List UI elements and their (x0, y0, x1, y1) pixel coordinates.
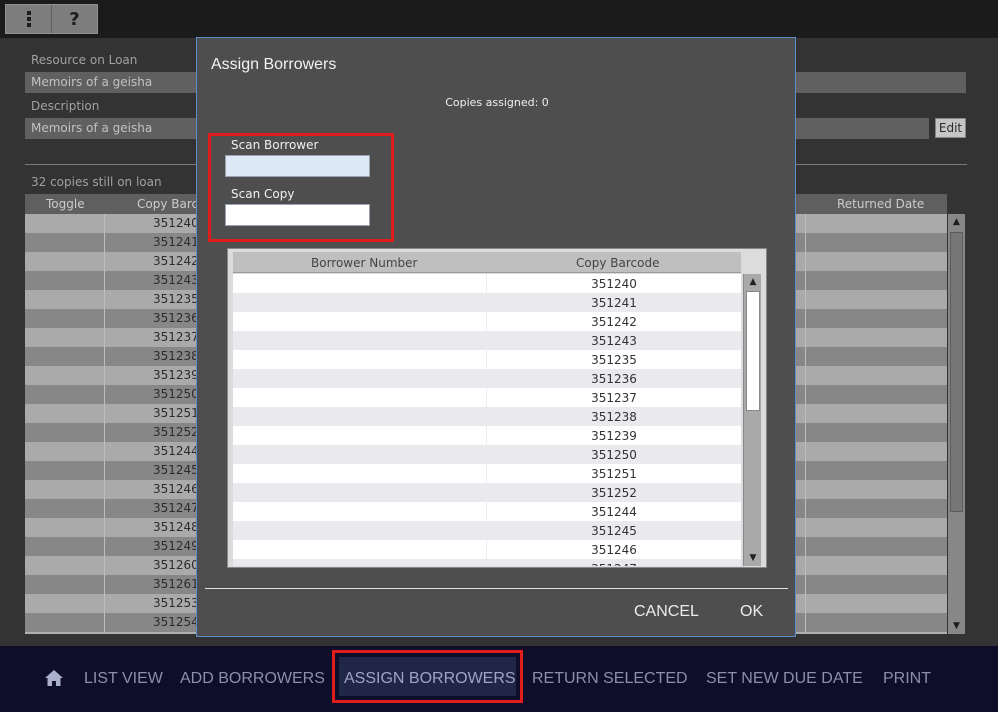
scan-copy-label: Scan Copy (231, 187, 295, 201)
table-row[interactable]: 351247 (233, 559, 741, 566)
scroll-thumb[interactable] (746, 291, 760, 411)
table-row[interactable]: 351252 (233, 483, 741, 502)
table-row[interactable]: 351244 (233, 502, 741, 521)
borrower-number-cell[interactable] (233, 426, 487, 445)
assignment-table-body: 351240 351241 351242 351243 351235 351236 3512… (233, 274, 741, 566)
column-borrower-number[interactable]: Borrower Number (311, 256, 417, 270)
ok-button[interactable]: OK (740, 603, 763, 621)
copy-barcode-cell: 351241 (591, 296, 637, 310)
assignment-table-header: Borrower Number Copy Barcode (233, 252, 741, 273)
borrower-number-cell[interactable] (233, 293, 487, 312)
borrower-number-cell[interactable] (233, 407, 487, 426)
copy-barcode-cell: 351235 (591, 353, 637, 367)
scan-borrower-label: Scan Borrower (231, 138, 319, 152)
borrower-number-cell[interactable] (233, 445, 487, 464)
borrower-number-cell[interactable] (233, 274, 487, 293)
set-new-due-date-button[interactable]: SET NEW DUE DATE (706, 670, 863, 688)
borrower-number-cell[interactable] (233, 369, 487, 388)
table-row[interactable]: 351237 (233, 388, 741, 407)
table-row[interactable]: 351235 (233, 350, 741, 369)
borrower-number-cell[interactable] (233, 388, 487, 407)
borrower-number-cell[interactable] (233, 559, 487, 566)
table-row[interactable]: 351236 (233, 369, 741, 388)
borrower-number-cell[interactable] (233, 312, 487, 331)
table-row[interactable]: 351250 (233, 445, 741, 464)
copies-assigned-count: Copies assigned: 0 (445, 96, 549, 109)
assignment-scrollbar[interactable]: ▲ ▼ (743, 274, 761, 566)
copy-barcode-cell: 351251 (591, 467, 637, 481)
borrower-number-cell[interactable] (233, 483, 487, 502)
home-icon[interactable] (44, 669, 64, 687)
borrower-number-cell[interactable] (233, 464, 487, 483)
borrower-number-cell[interactable] (233, 521, 487, 540)
copy-barcode-cell: 351245 (591, 524, 637, 538)
assign-borrowers-dialog: Assign Borrowers Copies assigned: 0 Scan… (196, 37, 796, 637)
table-row[interactable]: 351242 (233, 312, 741, 331)
copy-barcode-cell: 351239 (591, 429, 637, 443)
print-button[interactable]: PRINT (883, 670, 931, 688)
scroll-down-arrow-icon[interactable]: ▼ (744, 550, 762, 566)
dialog-title: Assign Borrowers (211, 56, 337, 73)
assign-borrowers-button[interactable]: ASSIGN BORROWERS (344, 670, 516, 688)
borrower-number-cell[interactable] (233, 331, 487, 350)
return-selected-button[interactable]: RETURN SELECTED (532, 670, 688, 688)
table-row[interactable]: 351243 (233, 331, 741, 350)
table-row[interactable]: 351241 (233, 293, 741, 312)
table-row[interactable]: 351245 (233, 521, 741, 540)
copy-barcode-cell: 351242 (591, 315, 637, 329)
table-row[interactable]: 351238 (233, 407, 741, 426)
copy-barcode-cell: 351250 (591, 448, 637, 462)
table-row[interactable]: 351240 (233, 274, 741, 293)
borrower-number-cell[interactable] (233, 502, 487, 521)
add-borrowers-button[interactable]: ADD BORROWERS (180, 670, 325, 688)
scan-borrower-input[interactable] (225, 155, 370, 177)
assignment-table: Borrower Number Copy Barcode 351240 35124… (227, 248, 767, 568)
copy-barcode-cell: 351244 (591, 505, 637, 519)
copy-barcode-cell: 351240 (591, 277, 637, 291)
scan-copy-input[interactable] (225, 204, 370, 226)
cancel-button[interactable]: CANCEL (634, 603, 699, 621)
table-row[interactable]: 351239 (233, 426, 741, 445)
list-view-button[interactable]: LIST VIEW (84, 670, 163, 688)
copy-barcode-cell: 351237 (591, 391, 637, 405)
copy-barcode-cell: 351247 (487, 562, 741, 566)
column-copy-barcode[interactable]: Copy Barcode (576, 256, 659, 270)
copy-barcode-cell: 351243 (591, 334, 637, 348)
table-row[interactable]: 351251 (233, 464, 741, 483)
bottom-toolbar: LIST VIEW ADD BORROWERS ASSIGN BORROWERS… (0, 646, 998, 712)
copy-barcode-cell: 351236 (591, 372, 637, 386)
copy-barcode-cell: 351238 (591, 410, 637, 424)
borrower-number-cell[interactable] (233, 540, 487, 559)
borrower-number-cell[interactable] (233, 350, 487, 369)
dialog-divider (205, 588, 788, 589)
copy-barcode-cell: 351246 (591, 543, 637, 557)
table-row[interactable]: 351246 (233, 540, 741, 559)
scroll-up-arrow-icon[interactable]: ▲ (744, 274, 762, 290)
copy-barcode-cell: 351252 (591, 486, 637, 500)
